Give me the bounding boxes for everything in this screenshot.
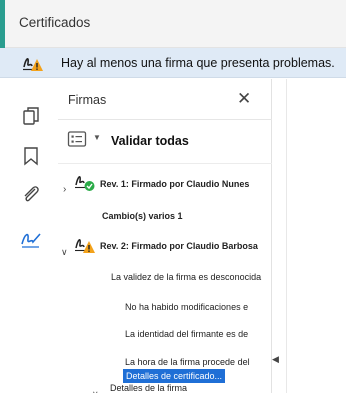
- certificates-accent: [0, 0, 5, 48]
- rev2-signature-item[interactable]: Rev. 2: Firmado por Claudio Barbosa: [100, 241, 272, 251]
- close-panel-button[interactable]: ✕: [237, 89, 251, 109]
- certificates-bar: Certificados: [0, 0, 346, 48]
- signature-warning-message: Hay al menos una firma que presenta prob…: [61, 56, 335, 70]
- signature-warning-bar: Hay al menos una firma que presenta prob…: [0, 48, 346, 78]
- rev2-modifications-item[interactable]: No ha habido modificaciones e: [125, 302, 272, 312]
- options-dropdown-caret-icon[interactable]: ▼: [93, 133, 101, 142]
- attachment-icon[interactable]: [20, 183, 42, 205]
- rev1-change-item[interactable]: Cambio(s) varios 1: [102, 211, 272, 221]
- signatures-panel: Firmas ✕ ▼ Validar todas › Rev. 1: Firma…: [58, 79, 272, 393]
- rev1-expand-chevron-icon[interactable]: ›: [63, 179, 74, 197]
- left-tool-rail: [0, 79, 58, 393]
- certificates-title: Certificados: [19, 15, 91, 30]
- panel-divider: [58, 119, 272, 120]
- signature-warning-icon: [23, 58, 43, 71]
- rev1-signature-item[interactable]: Rev. 1: Firmado por Claudio Nunes: [100, 179, 272, 189]
- rev2-identity-item[interactable]: La identidad del firmante es de: [125, 329, 272, 339]
- document-gutter: ◀: [272, 79, 346, 393]
- certificate-details-button[interactable]: Detalles de certificado...: [123, 369, 226, 383]
- validate-all-button[interactable]: Validar todas: [111, 134, 189, 148]
- signature-details-item[interactable]: Detalles de la firma: [110, 383, 272, 393]
- panel-title: Firmas: [68, 93, 107, 107]
- signature-warning-small-icon: [75, 239, 95, 253]
- options-list-icon[interactable]: [67, 130, 87, 148]
- rev2-validity-item[interactable]: La validez de la firma es desconocida: [111, 272, 272, 282]
- pages-icon[interactable]: [20, 105, 42, 127]
- rev2-time-item[interactable]: La hora de la firma procede del: [125, 357, 272, 367]
- toolbar-divider: [58, 163, 272, 164]
- collapse-panel-arrow-icon[interactable]: ◀: [272, 354, 279, 365]
- bookmark-icon[interactable]: [20, 145, 42, 167]
- signature-valid-icon: [75, 176, 95, 191]
- rev2-collapse-chevron-icon[interactable]: ∨: [61, 242, 73, 260]
- gutter-divider: [286, 79, 287, 393]
- details-collapse-chevron-icon[interactable]: ∨: [92, 384, 106, 393]
- signature-icon[interactable]: [20, 229, 42, 251]
